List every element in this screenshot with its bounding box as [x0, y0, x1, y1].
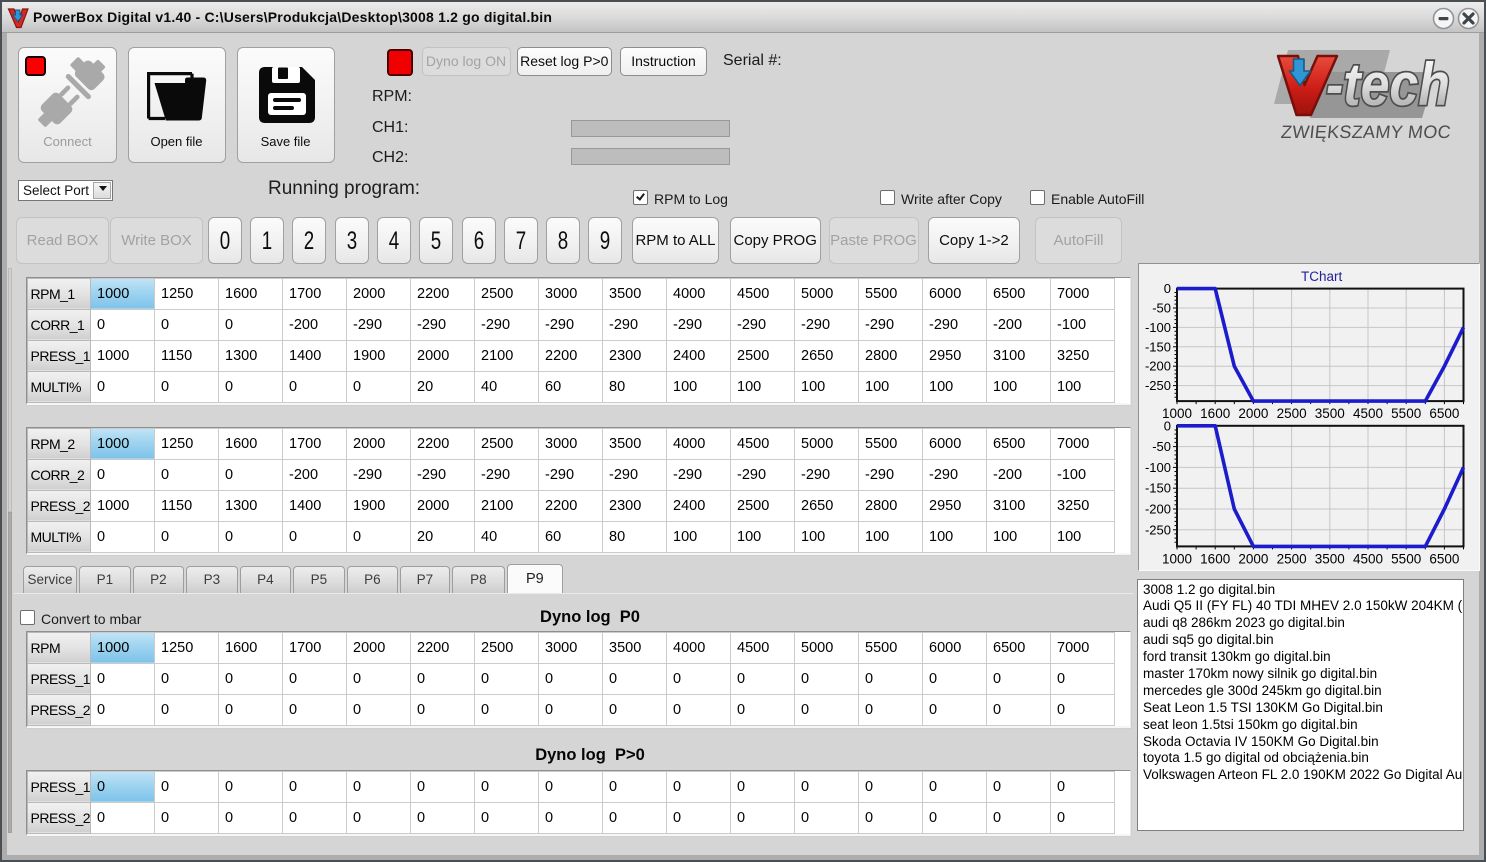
svg-text:0: 0: [1164, 281, 1171, 296]
svg-text:-50: -50: [1152, 439, 1171, 454]
svg-text:-250: -250: [1145, 378, 1171, 393]
svg-text:2500: 2500: [1277, 406, 1307, 421]
svg-text:4500: 4500: [1353, 552, 1383, 567]
svg-text:0: 0: [1164, 418, 1171, 433]
svg-text:5500: 5500: [1391, 552, 1421, 567]
svg-text:-50: -50: [1152, 301, 1171, 316]
svg-text:-150: -150: [1145, 339, 1171, 354]
svg-text:-200: -200: [1145, 502, 1171, 517]
svg-text:2000: 2000: [1238, 552, 1268, 567]
svg-text:-100: -100: [1145, 460, 1171, 475]
svg-text:-250: -250: [1145, 522, 1171, 537]
svg-text:2000: 2000: [1238, 406, 1268, 421]
svg-text:1000: 1000: [1162, 552, 1192, 567]
svg-text:3500: 3500: [1315, 406, 1345, 421]
svg-text:6500: 6500: [1429, 406, 1459, 421]
svg-text:1600: 1600: [1200, 406, 1230, 421]
svg-text:4500: 4500: [1353, 406, 1383, 421]
svg-text:5500: 5500: [1391, 406, 1421, 421]
svg-text:TChart: TChart: [1301, 269, 1343, 284]
svg-text:3500: 3500: [1315, 552, 1345, 567]
svg-text:-150: -150: [1145, 481, 1171, 496]
svg-text:2500: 2500: [1277, 552, 1307, 567]
svg-text:-200: -200: [1145, 359, 1171, 374]
svg-text:-tech: -tech: [1326, 51, 1450, 118]
svg-text:6500: 6500: [1429, 552, 1459, 567]
svg-text:1600: 1600: [1200, 552, 1230, 567]
svg-text:-100: -100: [1145, 320, 1171, 335]
